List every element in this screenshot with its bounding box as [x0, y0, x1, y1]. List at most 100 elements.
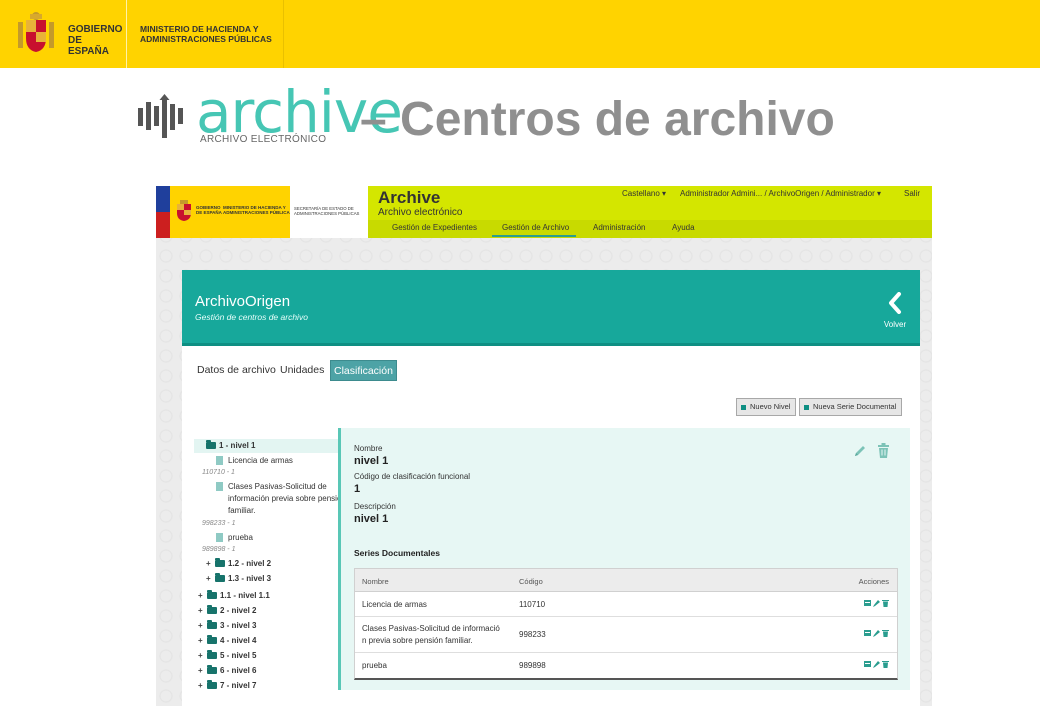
tree-doc-label-cont: familiar. [228, 506, 256, 515]
logout-link[interactable]: Salir [904, 189, 920, 198]
tree-node-1[interactable]: 1 - nivel 1 [206, 440, 256, 450]
archive-logo-subtitle: ARCHIVO ELECTRÓNICO [200, 134, 327, 145]
expand-icon[interactable]: + [206, 574, 215, 583]
descripcion-label: Descripción [354, 502, 396, 511]
coat-of-arms-icon [18, 12, 54, 52]
user-menu[interactable]: Administrador Admini... / ArchivoOrigen … [680, 189, 881, 198]
tree-node-6[interactable]: +6 - nivel 6 [198, 665, 257, 675]
page-subtitle: Gestión de centros de archivo [195, 312, 308, 322]
tree-node-1-2[interactable]: +1.2 - nivel 2 [206, 558, 271, 568]
panel-header: ArchivoOrigen Gestión de centros de arch… [182, 270, 920, 346]
tree-node-1-1[interactable]: +1.1 - nivel 1.1 [198, 590, 270, 600]
tab-datos-archivo[interactable]: Datos de archivo [194, 360, 279, 381]
nav-gestion-expedientes[interactable]: Gestión de Expedientes [392, 223, 477, 232]
ministry-text: MINISTERIO DE HACIENDA Y ADMINISTRACIONE… [140, 24, 272, 44]
coat-of-arms-icon [177, 200, 191, 221]
tree-doc-label: Licencia de armas [228, 456, 293, 465]
table-row[interactable]: Clases Pasivas-Solicitud de informació n… [355, 617, 897, 653]
expand-icon[interactable]: + [206, 559, 215, 568]
slide-title: archive ARCHIVO ELECTRÓNICO – Centros de… [138, 78, 898, 150]
expand-icon[interactable]: + [198, 666, 207, 675]
folder-icon [207, 680, 217, 690]
chevron-left-icon [889, 292, 901, 314]
row-actions [862, 598, 889, 607]
codigo-value: 1 [354, 483, 361, 495]
view-icon[interactable] [864, 660, 871, 668]
tree-node-2[interactable]: +2 - nivel 2 [198, 605, 257, 615]
expand-icon[interactable]: + [198, 606, 207, 615]
tree-node-label: 1.1 - nivel 1.1 [220, 591, 270, 600]
nav-active-indicator [492, 235, 576, 237]
tree-node-3[interactable]: +3 - nivel 3 [198, 620, 256, 630]
tree-node-7[interactable]: +7 - nivel 7 [198, 680, 256, 690]
flag-stripe [156, 212, 170, 238]
nav-ayuda[interactable]: Ayuda [672, 223, 695, 232]
column-header-code[interactable]: Código [519, 577, 543, 586]
row-code: 989898 [519, 661, 546, 670]
series-table: Nombre Código Acciones Licencia de armas… [354, 568, 898, 680]
gov-logo: GOBIERNO DE ESPAÑA MINISTERIO DE HACIEND… [0, 0, 284, 68]
new-level-button[interactable]: Nuevo Nivel [736, 398, 797, 416]
row-code: 110710 [519, 600, 546, 609]
nav-gestion-archivo[interactable]: Gestión de Archivo [502, 223, 569, 232]
page-title: ArchivoOrigen [195, 293, 291, 310]
table-header: Nombre Código Acciones [355, 569, 897, 592]
view-icon[interactable] [864, 599, 871, 607]
back-button[interactable]: Volver [878, 292, 912, 336]
app-ministry-text: MINISTERIO DE HACIENDA Y ADMINISTRACIONE… [223, 205, 293, 215]
tree-doc-code: 998233 - 1 [202, 520, 236, 527]
tree-doc-prueba[interactable]: prueba [216, 533, 253, 543]
folder-icon [207, 590, 217, 600]
row-code: 998233 [519, 630, 546, 639]
trash-icon[interactable] [882, 660, 889, 668]
view-icon[interactable] [864, 629, 871, 637]
tree-node-4[interactable]: +4 - nivel 4 [198, 635, 256, 645]
tree-node-label: 6 - nivel 6 [220, 666, 257, 675]
main-panel: ArchivoOrigen Gestión de centros de arch… [182, 270, 920, 706]
document-icon [216, 456, 223, 466]
trash-icon[interactable] [882, 599, 889, 607]
row-name: prueba [362, 661, 387, 670]
gov-text: GOBIERNO DE ESPAÑA [68, 24, 123, 57]
pencil-icon[interactable] [873, 629, 880, 637]
new-level-label: Nuevo Nivel [750, 402, 791, 411]
row-actions [862, 659, 889, 668]
expand-icon[interactable]: + [198, 621, 207, 630]
expand-icon[interactable]: + [198, 591, 207, 600]
pencil-icon[interactable] [853, 444, 867, 458]
app-window: GOBIERNO DE ESPAÑA MINISTERIO DE HACIEND… [156, 186, 932, 706]
trash-icon[interactable] [877, 443, 890, 458]
nombre-label: Nombre [354, 444, 383, 453]
codigo-label: Código de clasificación funcional [354, 472, 471, 481]
table-row[interactable]: Licencia de armas 110710 [355, 592, 897, 617]
tree-node-5[interactable]: +5 - nivel 5 [198, 650, 256, 660]
tree-doc-code: 989898 - 1 [202, 546, 236, 553]
tree-doc-licencia[interactable]: Licencia de armas [216, 456, 293, 466]
pencil-icon[interactable] [873, 599, 880, 607]
tree-node-label: 1 - nivel 1 [219, 441, 256, 450]
app-subname: Archivo electrónico [378, 207, 463, 218]
tab-unidades[interactable]: Unidades [277, 360, 327, 381]
expand-icon[interactable]: + [198, 651, 207, 660]
document-icon [216, 482, 223, 492]
expand-icon[interactable]: + [198, 636, 207, 645]
folder-icon [207, 665, 217, 675]
tree-node-1-3[interactable]: +1.3 - nivel 3 [206, 573, 272, 583]
tree-node-label: 1.3 - nivel 3 [228, 574, 272, 583]
row-name: Licencia de armas [362, 600, 427, 609]
new-series-button[interactable]: Nueva Serie Documental [799, 398, 903, 416]
folder-icon [207, 650, 217, 660]
table-row[interactable]: prueba 989898 [355, 653, 897, 678]
tree-node-label: 2 - nivel 2 [220, 606, 257, 615]
tab-clasificacion[interactable]: Clasificación [330, 360, 397, 381]
language-selector[interactable]: Castellano ▾ [622, 189, 666, 198]
pencil-icon[interactable] [873, 660, 880, 668]
column-header-name[interactable]: Nombre [362, 577, 389, 586]
trash-icon[interactable] [882, 629, 889, 637]
expand-icon[interactable]: + [198, 681, 207, 690]
nav-administracion[interactable]: Administración [593, 223, 645, 232]
column-header-actions: Acciones [858, 577, 889, 586]
app-gov-text: GOBIERNO DE ESPAÑA [196, 205, 222, 215]
gov-separator [126, 0, 127, 68]
tree-doc-clases-pasivas[interactable]: Clases Pasivas-Solicitud de [216, 482, 327, 492]
